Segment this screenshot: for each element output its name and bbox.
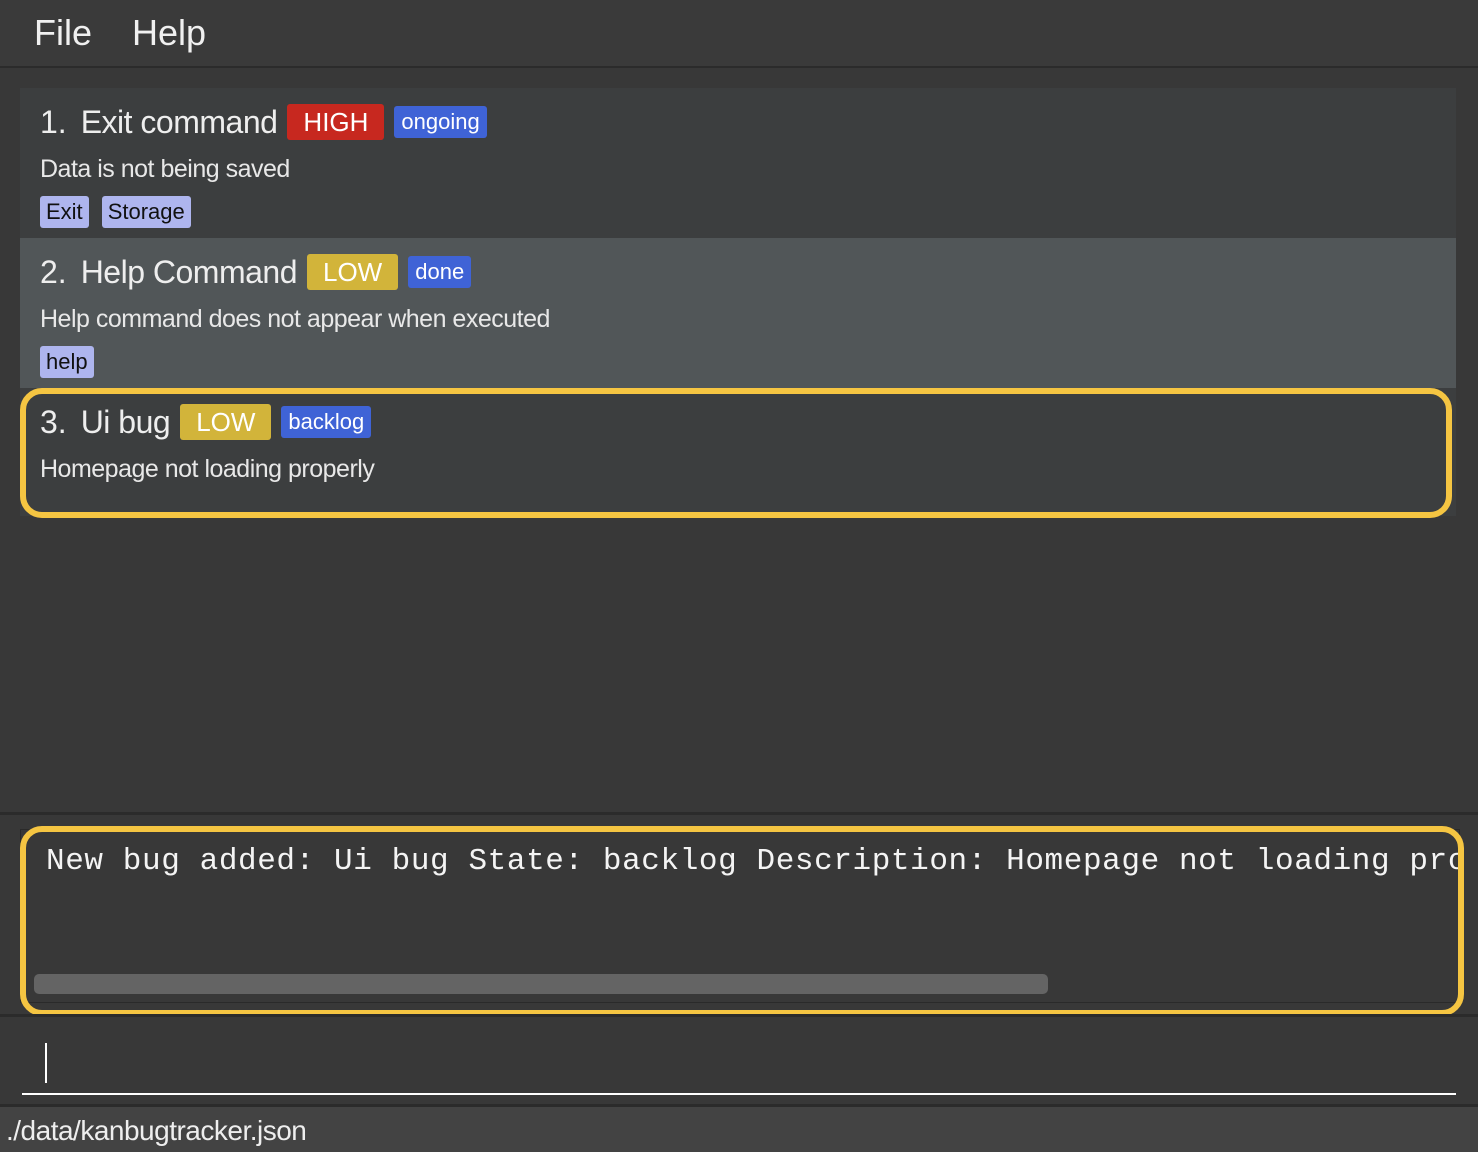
priority-badge: HIGH <box>287 104 385 140</box>
bug-card[interactable]: 2. Help Command LOW done Help command do… <box>20 238 1456 388</box>
bug-index: 3. <box>40 403 67 440</box>
state-badge: done <box>408 256 472 288</box>
priority-badge: LOW <box>307 254 399 290</box>
menu-file[interactable]: File <box>34 0 92 66</box>
state-badge: ongoing <box>394 106 487 138</box>
bug-card[interactable]: 1. Exit command HIGH ongoing Data is not… <box>20 88 1456 238</box>
bug-title-row: 3. Ui bug LOW backlog <box>40 402 1456 442</box>
bug-index: 2. <box>40 253 67 290</box>
command-input[interactable] <box>22 1027 1456 1095</box>
bug-title-row: 1. Exit command HIGH ongoing <box>40 102 1456 142</box>
menu-help[interactable]: Help <box>132 0 206 66</box>
bug-title: Ui bug <box>80 403 171 440</box>
bug-description: Help command does not appear when execut… <box>40 305 550 333</box>
bug-list: 1. Exit command HIGH ongoing Data is not… <box>0 68 1478 812</box>
horizontal-scrollbar[interactable] <box>34 974 1048 994</box>
result-text: New bug added: Ui bug State: backlog Des… <box>46 844 1460 879</box>
bug-card-selected[interactable]: 3. Ui bug LOW backlog Homepage not loadi… <box>20 388 1456 516</box>
tag: Storage <box>101 196 191 228</box>
menu-bar: File Help <box>0 0 1478 68</box>
bug-title-row: 2. Help Command LOW done <box>40 252 1456 292</box>
priority-badge: LOW <box>180 404 272 440</box>
command-panel <box>0 1014 1478 1107</box>
tag-list: help <box>40 346 1456 378</box>
result-panel: New bug added: Ui bug State: backlog Des… <box>0 812 1478 1015</box>
bug-title: Exit command <box>80 103 278 140</box>
bug-index: 1. <box>40 103 67 140</box>
tag: Exit <box>40 196 89 228</box>
state-badge: backlog <box>281 406 372 438</box>
text-caret <box>45 1043 47 1083</box>
result-display: New bug added: Ui bug State: backlog Des… <box>20 829 1460 1003</box>
status-bar: ./data/kanbugtracker.json <box>0 1104 1478 1152</box>
save-file-path: ./data/kanbugtracker.json <box>6 1115 307 1146</box>
bug-title: Help Command <box>80 253 298 290</box>
bug-description: Data is not being saved <box>40 155 290 183</box>
bug-description: Homepage not loading properly <box>40 455 375 483</box>
tag: help <box>40 346 94 378</box>
tag-list: Exit Storage <box>40 196 1456 228</box>
